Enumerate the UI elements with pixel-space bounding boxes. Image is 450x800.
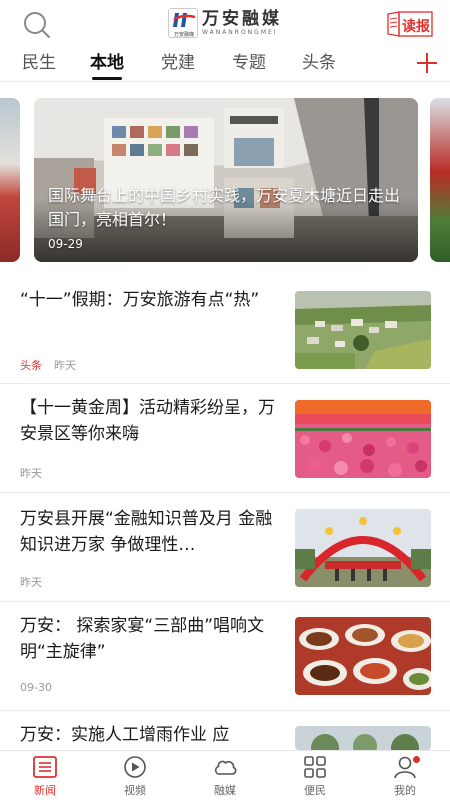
tab-zhuanti[interactable]: 专题 (232, 50, 266, 80)
carousel-image (34, 98, 418, 262)
app-logo: 万安融媒 万安融媒 WANANRONGMEI (168, 8, 282, 38)
carousel-next-slide[interactable] (430, 98, 450, 262)
carousel-current-slide[interactable]: 国际舞台上的中国乡村实践，万安夏木塘近日走出国门，亮相首尔！ 09-29 (34, 98, 418, 262)
news-list-item[interactable]: 万安：实施人工增雨作业 应 (0, 712, 450, 750)
news-title: 万安： 探索家宴“三部曲”唱响文明“主旋律” (20, 616, 265, 662)
search-icon[interactable] (22, 10, 52, 40)
news-time: 09-30 (20, 681, 52, 694)
logo-title: 万安融媒 (202, 9, 282, 29)
news-title: 万安：实施人工增雨作业 应 (20, 725, 230, 745)
bottom-nav: 新闻 视频 融媒 便民 我的 (0, 750, 450, 800)
news-meta: 头条 昨天 (20, 357, 76, 373)
news-list-item[interactable]: 万安县开展“金融知识普及月 金融知识进万家 争做理性… 昨天 (0, 494, 450, 602)
plus-icon[interactable] (414, 50, 440, 76)
news-meta: 昨天 (20, 574, 42, 590)
nav-media[interactable]: 融媒 (195, 755, 255, 799)
news-time: 昨天 (54, 359, 76, 372)
news-tag: 头条 (20, 359, 42, 372)
category-tabs: 民生 本地 党建 专题 头条 (0, 48, 450, 82)
carousel-caption: 国际舞台上的中国乡村实践，万安夏木塘近日走出国门，亮相首尔！ (48, 186, 401, 229)
notification-dot (413, 756, 420, 763)
grid-icon (304, 756, 326, 778)
headline-carousel[interactable]: 国际舞台上的中国乡村实践，万安夏木塘近日走出国门，亮相首尔！ 09-29 (0, 98, 450, 264)
news-title: 【十一黄金周】活动精彩纷呈，万安景区等你来嗨 (20, 398, 275, 444)
nav-video-label: 视频 (124, 784, 146, 797)
news-list-item[interactable]: 万安： 探索家宴“三部曲”唱响文明“主旋律” 09-30 (0, 603, 450, 711)
header: 万安融媒 万安融媒 WANANRONGMEI 读报 (0, 0, 450, 48)
video-icon (124, 756, 146, 778)
news-meta: 09-30 (20, 681, 52, 694)
nav-profile-label: 我的 (394, 784, 416, 797)
nav-video[interactable]: 视频 (105, 755, 165, 799)
news-thumbnail (295, 291, 431, 369)
read-report-label: 读报 (402, 19, 430, 35)
nav-news[interactable]: 新闻 (15, 755, 75, 799)
nav-services-label: 便民 (304, 784, 326, 797)
nav-media-label: 融媒 (214, 784, 236, 797)
nav-profile[interactable]: 我的 (375, 755, 435, 799)
news-title: “十一”假期：万安旅游有点“热” (20, 290, 260, 310)
news-time: 昨天 (20, 576, 42, 589)
news-list-item[interactable]: 【十一黄金周】活动精彩纷呈，万安景区等你来嗨 昨天 (0, 385, 450, 493)
read-report-button[interactable]: 读报 (385, 10, 435, 38)
cloud-icon (214, 760, 237, 775)
tab-minsheng[interactable]: 民生 (22, 50, 56, 80)
logo-small-text: 万安融媒 (173, 32, 194, 38)
nav-news-label: 新闻 (34, 784, 56, 797)
logo-mark-icon: 万安融媒 (168, 8, 198, 38)
carousel-date: 09-29 (48, 237, 83, 251)
news-thumbnail (295, 617, 431, 695)
news-list-item[interactable]: “十一”假期：万安旅游有点“热” 头条 昨天 (0, 277, 450, 384)
news-thumbnail (295, 726, 431, 750)
tab-bendi[interactable]: 本地 (90, 50, 124, 80)
news-meta: 昨天 (20, 465, 42, 481)
news-icon (33, 756, 57, 778)
news-thumbnail (295, 400, 431, 478)
logo-subtitle: WANANRONGMEI (202, 29, 278, 36)
news-time: 昨天 (20, 467, 42, 480)
carousel-prev-slide[interactable] (0, 98, 20, 262)
tab-dangjian[interactable]: 党建 (161, 50, 195, 80)
news-title: 万安县开展“金融知识普及月 金融知识进万家 争做理性… (20, 509, 273, 555)
nav-services[interactable]: 便民 (285, 755, 345, 799)
tab-toutiao[interactable]: 头条 (302, 50, 336, 80)
news-thumbnail (295, 509, 431, 587)
